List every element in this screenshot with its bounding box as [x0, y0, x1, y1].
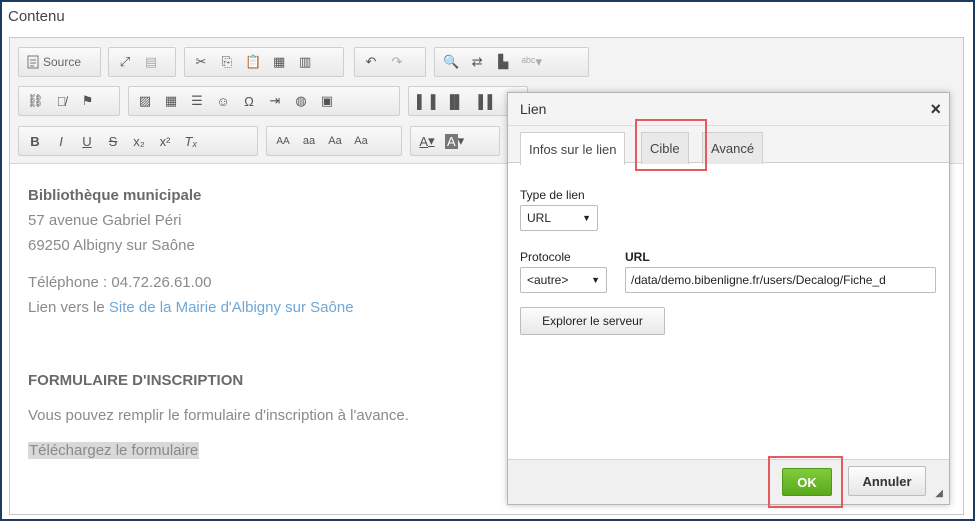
unlink-icon[interactable]: ⛓̸	[50, 89, 74, 113]
toolbar-group-links: ⛓ ⛓̸ ⚑	[18, 86, 120, 116]
link-type-select[interactable]: URL ▼	[520, 205, 598, 231]
protocol-label: Protocole	[520, 250, 571, 264]
dialog-footer: OK Annuler ◢	[508, 459, 949, 504]
address-line-1: 57 avenue Gabriel Péri	[28, 212, 182, 229]
tab-advanced[interactable]: Avancé	[702, 132, 764, 164]
bold-button[interactable]: B	[23, 129, 47, 153]
copy-icon[interactable]: ⎘	[215, 50, 239, 74]
align-left-icon[interactable]: ▌▐	[413, 89, 439, 113]
undo-icon[interactable]: ↶	[359, 50, 383, 74]
uppercase-button[interactable]: AA	[271, 129, 295, 153]
image-icon[interactable]: ▨	[133, 89, 157, 113]
toolbar-group-find: 🔍 ⇄ ▙ ᵃᵇᶜ▾	[434, 47, 589, 77]
org-name: Bibliothèque municipale	[28, 187, 202, 204]
ok-button-highlight	[768, 456, 843, 508]
italic-button[interactable]: I	[49, 129, 73, 153]
mairie-link[interactable]: Site de la Mairie d'Albigny sur Saône	[109, 299, 354, 316]
toolbar-group-colors: A ▾ A ▾	[410, 126, 500, 156]
protocol-value: <autre>	[527, 273, 569, 287]
chevron-down-icon: ▼	[582, 213, 591, 223]
toolbar-group-clipboard: ✂ ⎘ 📋 ▦ ▥	[184, 47, 344, 77]
text-color-button[interactable]: A ▾	[415, 129, 439, 153]
cut-icon[interactable]: ✂	[189, 50, 213, 74]
section-title: Contenu	[8, 8, 65, 25]
source-icon	[27, 55, 39, 69]
remove-format-button[interactable]: Tₓ	[179, 129, 203, 153]
video-icon[interactable]: ▣	[315, 89, 339, 113]
show-blocks-icon[interactable]: ▤	[139, 50, 163, 74]
link-type-label: Type de lien	[520, 188, 585, 202]
link-icon[interactable]: ⛓	[23, 89, 48, 113]
link-prefix: Lien vers le	[28, 299, 109, 316]
find-icon[interactable]: 🔍	[439, 50, 463, 74]
toolbar-group-view: ⤢ ▤	[108, 47, 176, 77]
underline-button[interactable]: U	[75, 129, 99, 153]
browse-server-button[interactable]: Explorer le serveur	[520, 307, 665, 335]
align-right-icon[interactable]: ▐▐	[470, 89, 496, 113]
target-tab-highlight	[635, 119, 707, 171]
editor-content[interactable]: Bibliothèque municipale 57 avenue Gabrie…	[28, 183, 498, 463]
select-all-icon[interactable]: ▙	[491, 50, 515, 74]
dialog-header: Lien ×	[508, 93, 949, 126]
paste-text-icon[interactable]: ▦	[267, 50, 291, 74]
text-color-label: A	[419, 133, 429, 149]
replace-icon[interactable]: ⇄	[465, 50, 489, 74]
source-label: Source	[43, 55, 82, 69]
close-icon[interactable]: ×	[930, 99, 941, 120]
toolbar-group-insert: ▨ ▦ ☰ ☺ Ω ⇥ ◍ ▣	[128, 86, 400, 116]
dialog-tabs: Infos sur le lien Cible Avancé	[508, 126, 949, 165]
paste-icon[interactable]: 📋	[241, 50, 265, 74]
toolbar-group-case: AA aa Aa Aa	[266, 126, 402, 156]
iframe-icon[interactable]: ◍	[289, 89, 313, 113]
bg-color-button[interactable]: A ▾	[441, 129, 468, 153]
form-description: Vous pouvez remplir le formulaire d'insc…	[28, 407, 409, 424]
download-form-link[interactable]: Téléchargez le formulaire	[28, 442, 200, 459]
align-center-icon[interactable]: ▐▌	[441, 89, 467, 113]
toolbar-group-undo: ↶ ↷	[354, 47, 426, 77]
chevron-down-icon: ▼	[591, 275, 600, 285]
dialog-title: Lien	[520, 101, 547, 117]
redo-icon[interactable]: ↷	[385, 50, 409, 74]
url-label: URL	[625, 250, 650, 264]
link-type-value: URL	[527, 211, 552, 225]
toolbar-group-basicstyles: B I U S x₂ x² Tₓ	[18, 126, 258, 156]
link-line: Lien vers le Site de la Mairie d'Albigny…	[28, 295, 498, 320]
subscript-button[interactable]: x₂	[127, 129, 151, 153]
togglecase-button[interactable]: Aa	[349, 129, 373, 153]
bg-color-label: A	[445, 133, 458, 149]
page-break-icon[interactable]: ⇥	[263, 89, 287, 113]
toolbar-group-source: Source	[18, 47, 101, 77]
resize-handle-icon[interactable]: ◢	[935, 488, 943, 499]
phone-line: Téléphone : 04.72.26.61.00	[28, 274, 212, 291]
smiley-icon[interactable]: ☺	[211, 89, 235, 113]
anchor-icon[interactable]: ⚑	[76, 89, 100, 113]
tab-link-info[interactable]: Infos sur le lien	[520, 132, 626, 165]
maximize-icon[interactable]: ⤢	[113, 50, 137, 74]
cancel-button[interactable]: Annuler	[848, 466, 926, 496]
link-dialog: Lien × Infos sur le lien Cible Avancé Ty…	[507, 92, 950, 508]
spellcheck-icon[interactable]: ᵃᵇᶜ▾	[517, 50, 546, 74]
protocol-select[interactable]: <autre> ▼	[520, 267, 607, 293]
form-heading: FORMULAIRE D'INSCRIPTION	[28, 372, 244, 389]
table-icon[interactable]: ▦	[159, 89, 183, 113]
strike-button[interactable]: S	[101, 129, 125, 153]
paste-word-icon[interactable]: ▥	[293, 50, 317, 74]
url-field[interactable]: /data/demo.bibenligne.fr/users/Decalog/F…	[625, 267, 936, 293]
titlecase-button[interactable]: Aa	[323, 129, 347, 153]
address-line-2: 69250 Albigny sur Saône	[28, 237, 195, 254]
horizontal-rule-icon[interactable]: ☰	[185, 89, 209, 113]
lowercase-button[interactable]: aa	[297, 129, 321, 153]
special-char-icon[interactable]: Ω	[237, 89, 261, 113]
download-line: Téléchargez le formulaire	[28, 438, 498, 463]
superscript-button[interactable]: x²	[153, 129, 177, 153]
source-button[interactable]: Source	[23, 50, 85, 74]
